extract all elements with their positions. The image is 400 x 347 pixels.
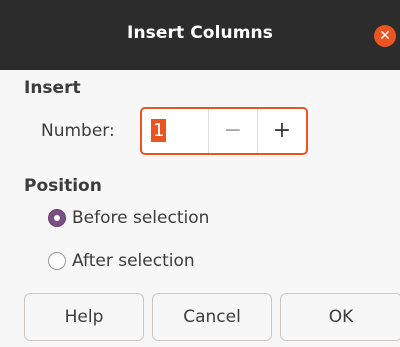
number-spinbox[interactable]: 1 − + [140,107,308,155]
help-button[interactable]: Help [24,293,144,341]
position-section-label: Position [24,176,102,196]
insert-section-label: Insert [24,78,81,98]
radio-before-selection[interactable]: Before selection [48,208,209,228]
cancel-button[interactable]: Cancel [152,293,272,341]
number-value: 1 [151,119,167,142]
insert-columns-dialog: Insert Columns ✕ Insert Number: 1 − + Po… [0,0,400,347]
radio-before-label: Before selection [72,208,210,228]
radio-checked-icon[interactable] [48,209,66,227]
close-icon[interactable]: ✕ [374,25,396,47]
dialog-content: Insert Number: 1 − + Position Before sel… [0,70,400,347]
increment-button[interactable]: + [257,109,306,153]
radio-unchecked-icon[interactable] [48,252,66,270]
number-label: Number: [41,121,115,141]
number-input[interactable]: 1 [142,109,208,153]
dialog-titlebar[interactable]: Insert Columns ✕ [0,0,400,70]
ok-button[interactable]: OK [280,293,400,341]
radio-after-selection[interactable]: After selection [48,251,195,271]
dialog-title: Insert Columns [127,23,273,43]
button-row: Help Cancel OK [24,293,400,341]
radio-after-label: After selection [72,251,195,271]
decrement-button[interactable]: − [208,109,257,153]
